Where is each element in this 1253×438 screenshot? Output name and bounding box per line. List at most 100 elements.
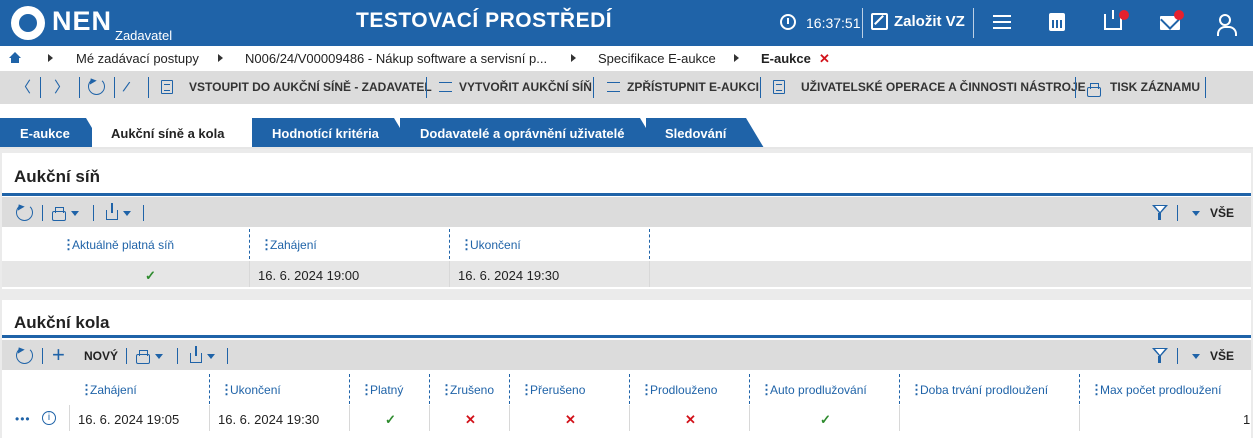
- home-icon[interactable]: [9, 52, 21, 63]
- interrupted-cross-icon: ✕: [565, 412, 576, 427]
- column-header-max-extensions[interactable]: Max počet prodloužení: [1090, 374, 1221, 404]
- column-divider: [209, 405, 210, 431]
- column-header-cancelled[interactable]: Zrušeno: [440, 374, 494, 404]
- tab-suppliers-and-users[interactable]: Dodavatelé a oprávnění uživatelé: [400, 118, 658, 148]
- column-header-extended[interactable]: Prodlouženo: [640, 374, 717, 404]
- menu-icon[interactable]: [993, 15, 1011, 29]
- chevron-down-icon[interactable]: [123, 211, 131, 216]
- row-actions-icon[interactable]: •••: [15, 412, 31, 426]
- export-icon[interactable]: [190, 346, 202, 363]
- column-divider: [749, 374, 750, 404]
- table-row[interactable]: ✓ 16. 6. 2024 19:00 16. 6. 2024 19:30: [2, 261, 1251, 287]
- tab-evaluation-criteria[interactable]: Hodnotící kritéria: [252, 118, 412, 148]
- table-header: Aktuálně platná síň Zahájení Ukončení: [2, 229, 1251, 259]
- column-header-extension-duration[interactable]: Doba trvání prodloužení: [910, 374, 1048, 404]
- panel-underline: [2, 335, 1251, 338]
- column-header-valid[interactable]: Platný: [360, 374, 403, 404]
- divider: [126, 348, 127, 364]
- cancelled-cross-icon: ✕: [465, 412, 476, 427]
- notification-dot: [1119, 10, 1129, 20]
- divider: [973, 8, 974, 38]
- breadcrumb-item[interactable]: Specifikace E-aukce: [598, 51, 716, 66]
- tab-e-aukce[interactable]: E-aukce: [0, 118, 104, 148]
- divider: [42, 348, 43, 364]
- column-header-end[interactable]: Ukončení: [460, 229, 521, 259]
- column-divider: [429, 405, 430, 431]
- environment-title: TESTOVACÍ PROSTŘEDÍ: [356, 9, 613, 32]
- chevron-right-icon: [734, 54, 739, 62]
- tab-monitoring[interactable]: Sledování: [646, 118, 764, 148]
- chevron-down-icon[interactable]: [207, 354, 215, 359]
- new-round-button[interactable]: NOVÝ: [84, 349, 118, 363]
- logo-text: NEN: [52, 6, 113, 36]
- column-header-valid-hall[interactable]: Aktuálně platná síň: [62, 229, 174, 259]
- chevron-right-icon: [571, 54, 576, 62]
- column-divider: [449, 261, 450, 287]
- divider: [114, 77, 115, 98]
- tab-auction-halls-and-rounds[interactable]: Aukční síně a kola: [92, 118, 265, 148]
- enter-auction-hall-button[interactable]: VSTOUPIT DO AUKČNÍ SÍNĚ - ZADAVATEL: [189, 80, 432, 94]
- chevron-down-icon[interactable]: [1192, 211, 1200, 216]
- column-header-start[interactable]: Zahájení: [80, 374, 137, 404]
- printer-icon[interactable]: [52, 207, 66, 221]
- printer-icon[interactable]: [136, 350, 150, 364]
- divider: [593, 77, 594, 98]
- filter-icon-stem: [1158, 213, 1161, 220]
- view-all-button[interactable]: VŠE: [1210, 349, 1234, 363]
- back-icon[interactable]: 〈: [16, 80, 31, 95]
- column-header-interrupted[interactable]: Přerušeno: [520, 374, 585, 404]
- publish-auction-button[interactable]: ZPŘÍSTUPNIT E-AUKCI: [627, 80, 759, 94]
- column-divider: [249, 229, 250, 259]
- chevron-down-icon[interactable]: [155, 354, 163, 359]
- table-row[interactable]: ••• i 16. 6. 2024 19:05 16. 6. 2024 19:3…: [2, 405, 1251, 431]
- nen-logo-icon[interactable]: [11, 6, 45, 40]
- refresh-icon[interactable]: [88, 78, 105, 95]
- document-icon: [773, 80, 785, 94]
- start-cell: 16. 6. 2024 19:05: [78, 412, 180, 427]
- print-record-button[interactable]: TISK ZÁZNAMU: [1110, 80, 1200, 94]
- panel-title: Aukční síň: [14, 167, 100, 186]
- auto-extend-check-icon: ✓: [820, 412, 831, 427]
- divider: [143, 205, 144, 221]
- column-divider: [649, 229, 650, 259]
- column-header-start[interactable]: Zahájení: [260, 229, 317, 259]
- column-divider: [509, 374, 510, 404]
- logo-subtitle: Zadavatel: [115, 28, 173, 43]
- breadcrumb: Mé zadávací postupy N006/24/V00009486 - …: [0, 46, 1253, 70]
- grid-toolbar: + NOVÝ VŠE: [2, 340, 1251, 370]
- chevron-down-icon[interactable]: [1192, 354, 1200, 359]
- printer-icon: [1087, 83, 1101, 97]
- create-contract-button[interactable]: Založit VZ: [894, 13, 965, 30]
- refresh-icon[interactable]: [16, 347, 33, 364]
- column-divider: [1079, 405, 1080, 431]
- chevron-down-icon[interactable]: [71, 211, 79, 216]
- divider: [79, 77, 80, 98]
- plus-icon[interactable]: +: [52, 344, 65, 366]
- refresh-icon[interactable]: [16, 204, 33, 221]
- divider: [42, 205, 43, 221]
- user-operations-button[interactable]: UŽIVATELSKÉ OPERACE A ČINNOSTI NÁSTROJE: [801, 80, 1086, 94]
- close-icon[interactable]: ✕: [819, 51, 830, 67]
- column-header-auto-extend[interactable]: Auto prodlužování: [760, 374, 867, 404]
- view-all-button[interactable]: VŠE: [1210, 206, 1234, 220]
- column-divider: [209, 374, 210, 404]
- create-auction-hall-button[interactable]: VYTVOŘIT AUKČNÍ SÍŇ: [459, 80, 592, 94]
- divider: [227, 348, 228, 364]
- filter-icon-stem: [1158, 356, 1161, 363]
- divider: [760, 77, 761, 98]
- column-divider: [649, 261, 650, 287]
- pencil-icon[interactable]: /: [121, 79, 131, 96]
- breadcrumb-item[interactable]: Mé zadávací postupy: [76, 51, 199, 66]
- forward-icon[interactable]: 〉: [54, 80, 69, 95]
- user-icon[interactable]: [1217, 14, 1237, 36]
- export-icon[interactable]: [106, 203, 118, 220]
- calculator-icon[interactable]: [1049, 13, 1065, 31]
- column-divider: [429, 374, 430, 404]
- auction-hall-panel: Aukční síň VŠE Aktuálně platná síň Zaháj…: [2, 153, 1251, 289]
- breadcrumb-item[interactable]: N006/24/V00009486 - Nákup software a ser…: [245, 51, 547, 66]
- edit-icon[interactable]: [871, 13, 888, 30]
- info-icon[interactable]: i: [42, 411, 56, 425]
- divider: [40, 77, 41, 98]
- column-header-end[interactable]: Ukončení: [220, 374, 281, 404]
- breadcrumb-current: E-aukce: [761, 51, 811, 66]
